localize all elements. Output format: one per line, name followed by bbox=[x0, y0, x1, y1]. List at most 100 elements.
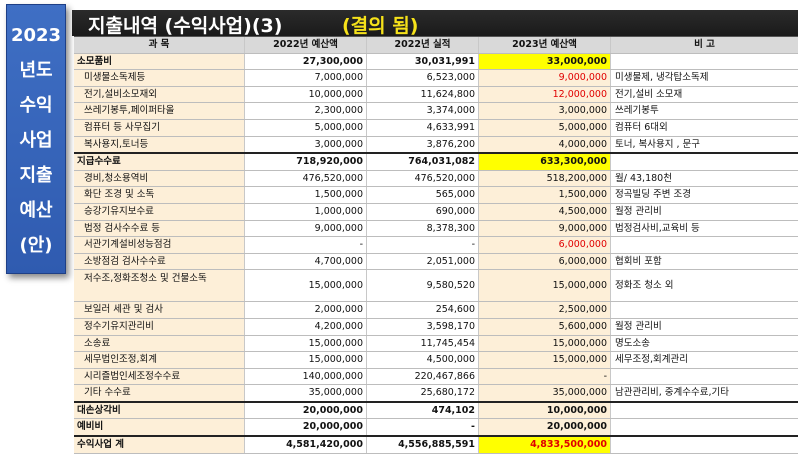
note-cell: 토너, 복사용지 , 문구 bbox=[610, 136, 798, 153]
note-cell: 남관관리비, 중계수수료,기타 bbox=[610, 385, 798, 401]
budget-2023-cell: 9,000,000 bbox=[478, 220, 610, 237]
budget-2023-cell: 10,000,000 bbox=[478, 402, 610, 419]
budget-2022-cell: 140,000,000 bbox=[244, 368, 366, 385]
table-row: 전기,설비소모재외 10,000,000 11,624,800 12,000,000 전… bbox=[74, 86, 798, 104]
budget-2022-cell: 2,300,000 bbox=[244, 103, 366, 119]
approval-stamp: (결의 됨) bbox=[342, 15, 419, 37]
header-note: 비 고 bbox=[610, 37, 798, 53]
note-cell: 세무조정,회계관리 bbox=[610, 352, 798, 368]
item-cell: 미생물소독제등 bbox=[74, 70, 244, 86]
table-row: 기타 수수료 35,000,000 25,680,172 35,000,000 남관관리… bbox=[74, 385, 798, 403]
budget-2023-cell: - bbox=[478, 368, 610, 385]
actual-2022-cell: 764,031,082 bbox=[366, 154, 478, 170]
item-cell: 법정 검사수수료 등 bbox=[74, 220, 244, 237]
note-cell bbox=[610, 237, 798, 253]
actual-2022-cell: 6,523,000 bbox=[366, 70, 478, 86]
budget-2023-cell: 2,500,000 bbox=[478, 302, 610, 318]
note-cell: 정곡빌딩 주변 조경 bbox=[610, 187, 798, 203]
note-cell: 전기,설비 소모재 bbox=[610, 86, 798, 103]
actual-2022-cell: 30,031,991 bbox=[366, 53, 478, 70]
note-cell: 협회비 포함 bbox=[610, 253, 798, 270]
table-row: 소방점검 검사수수료 4,700,000 2,051,000 6,000,000 협회비… bbox=[74, 253, 798, 271]
table-row: 쓰레기봉투,페이퍼타올 2,300,000 3,374,000 3,000,000 쓰레… bbox=[74, 103, 798, 120]
note-cell bbox=[610, 419, 798, 436]
header-actual-2022: 2022년 실적 bbox=[366, 37, 478, 53]
table-row: 세무법인조정,회계 15,000,000 4,500,000 15,000,000 세무… bbox=[74, 352, 798, 369]
actual-2022-cell: 2,051,000 bbox=[366, 253, 478, 270]
side-label-line: 년도 bbox=[19, 60, 53, 81]
actual-2022-cell: 3,598,170 bbox=[366, 318, 478, 335]
budget-2022-cell: 20,000,000 bbox=[244, 402, 366, 419]
item-cell: 서관기계설비성능점검 bbox=[74, 237, 244, 253]
table-row: 수익사업 계 4,581,420,000 4,556,885,591 4,833,50… bbox=[74, 437, 798, 454]
budget-2023-cell: 6,000,000 bbox=[478, 237, 610, 253]
item-cell: 쓰레기봉투,페이퍼타올 bbox=[74, 103, 244, 119]
budget-2022-cell: 476,520,000 bbox=[244, 170, 366, 187]
side-label-line: 예산 bbox=[19, 200, 53, 221]
actual-2022-cell: - bbox=[366, 237, 478, 253]
item-cell: 화단 조경 및 소독 bbox=[74, 187, 244, 203]
table-row: 보일러 세관 및 검사 2,000,000 254,600 2,500,000 bbox=[74, 302, 798, 319]
budget-2023-cell: 15,000,000 bbox=[478, 352, 610, 368]
side-label-line: (안) bbox=[19, 235, 53, 256]
note-cell bbox=[610, 437, 798, 453]
note-cell bbox=[610, 368, 798, 385]
note-cell: 월정 관리비 bbox=[610, 203, 798, 220]
note-cell: 미생물제, 냉각탑소독제 bbox=[610, 70, 798, 86]
note-cell: 정화조 청소 외 bbox=[610, 270, 798, 302]
item-cell: 수익사업 계 bbox=[74, 437, 244, 453]
item-cell: 경비,청소용역비 bbox=[74, 170, 244, 187]
budget-2023-cell: 5,000,000 bbox=[478, 119, 610, 136]
budget-2023-cell: 4,833,500,000 bbox=[478, 437, 610, 453]
budget-2022-cell: 718,920,000 bbox=[244, 154, 366, 170]
actual-2022-cell: 11,624,800 bbox=[366, 86, 478, 103]
budget-2023-cell: 9,000,000 bbox=[478, 70, 610, 86]
table-row: 예비비 20,000,000-20,000,000 bbox=[74, 419, 798, 438]
note-cell: 쓰레기봉투 bbox=[610, 103, 798, 119]
table-row: 소모품비 27,300,000 30,031,991 33,000,000 bbox=[74, 53, 798, 71]
side-label-line: 수익 bbox=[19, 95, 53, 116]
page-title: 지출내역 (수익사업)(3) bbox=[88, 15, 283, 37]
table-row: 경비,청소용역비 476,520,000 476,520,000 518,200,00… bbox=[74, 170, 798, 188]
budget-table: 과 목 2022년 예산액 2022년 실적 2023년 예산액 비 고 소모품… bbox=[74, 36, 798, 454]
budget-2023-cell: 35,000,000 bbox=[478, 385, 610, 401]
actual-2022-cell: 474,102 bbox=[366, 402, 478, 419]
item-cell: 보일러 세관 및 검사 bbox=[74, 302, 244, 318]
item-cell: 대손상각비 bbox=[74, 402, 244, 419]
note-cell: 월정 관리비 bbox=[610, 318, 798, 335]
budget-2022-cell: 1,000,000 bbox=[244, 203, 366, 220]
actual-2022-cell: 565,000 bbox=[366, 187, 478, 203]
item-cell: 소방점검 검사수수료 bbox=[74, 253, 244, 270]
budget-2022-cell: 1,500,000 bbox=[244, 187, 366, 203]
actual-2022-cell: 8,378,300 bbox=[366, 220, 478, 237]
budget-2022-cell: 4,700,000 bbox=[244, 253, 366, 270]
note-cell bbox=[610, 302, 798, 318]
actual-2022-cell: 11,745,454 bbox=[366, 335, 478, 352]
table-header: 과 목 2022년 예산액 2022년 실적 2023년 예산액 비 고 bbox=[74, 37, 798, 54]
item-cell: 정수기유지관리비 bbox=[74, 318, 244, 335]
actual-2022-cell: - bbox=[366, 419, 478, 436]
note-cell bbox=[610, 154, 798, 170]
budget-2023-cell: 33,000,000 bbox=[478, 53, 610, 70]
item-cell: 승강기유지보수료 bbox=[74, 203, 244, 220]
header-item: 과 목 bbox=[74, 37, 244, 53]
table-row: 서관기계설비성능점검 - -6,000,000 bbox=[74, 237, 798, 254]
table-row: 소송료 15,000,000 11,745,454 15,000,000 명도소송 bbox=[74, 335, 798, 353]
item-cell: 기타 수수료 bbox=[74, 385, 244, 401]
actual-2022-cell: 3,876,200 bbox=[366, 136, 478, 153]
budget-2022-cell: 35,000,000 bbox=[244, 385, 366, 401]
budget-2023-cell: 4,500,000 bbox=[478, 203, 610, 220]
budget-2022-cell: 4,200,000 bbox=[244, 318, 366, 335]
header-budget-2022: 2022년 예산액 bbox=[244, 37, 366, 53]
note-cell: 명도소송 bbox=[610, 335, 798, 352]
actual-2022-cell: 9,580,520 bbox=[366, 270, 478, 302]
item-cell: 세무법인조정,회계 bbox=[74, 352, 244, 368]
item-cell: 복사용지,토너등 bbox=[74, 136, 244, 153]
table-row: 법정 검사수수료 등 9,000,000 8,378,300 9,000,000 법정검… bbox=[74, 220, 798, 238]
side-label-line: 2023 bbox=[10, 25, 62, 46]
item-cell: 예비비 bbox=[74, 419, 244, 436]
budget-2023-cell: 15,000,000 bbox=[478, 335, 610, 352]
budget-2022-cell: 15,000,000 bbox=[244, 270, 366, 302]
note-cell bbox=[610, 53, 798, 70]
side-label-line: 사업 bbox=[19, 130, 53, 151]
